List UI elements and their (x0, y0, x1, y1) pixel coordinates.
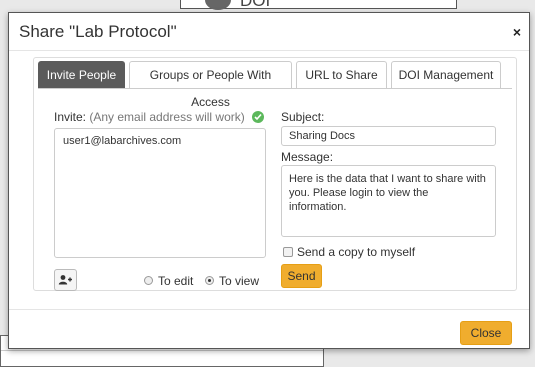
close-button[interactable]: Close (460, 321, 512, 345)
close-icon[interactable]: × (513, 25, 521, 39)
share-dialog: Share "Lab Protocol" × Invite People Gro… (8, 12, 530, 349)
permission-edit-radio[interactable] (144, 276, 153, 285)
subject-label: Subject: (281, 110, 325, 124)
permission-edit-label: To edit (158, 274, 194, 288)
background-peek-text: DOI (240, 0, 271, 10)
share-panel: Invite People Groups or People With Acce… (33, 57, 517, 291)
tab-doi-management[interactable]: DOI Management (391, 61, 501, 88)
permission-view-label: To view (219, 274, 260, 288)
header-divider (9, 50, 529, 51)
footer-divider (9, 309, 529, 310)
check-circle-icon (252, 111, 265, 123)
copy-to-self-checkbox[interactable] (283, 247, 293, 257)
dialog-title: Share "Lab Protocol" (19, 22, 177, 41)
tab-url-to-share[interactable]: URL to Share (296, 61, 387, 88)
tab-invite-people[interactable]: Invite People (38, 61, 125, 88)
message-label: Message: (281, 150, 334, 164)
tab-groups-access[interactable]: Groups or People With Access (129, 61, 292, 109)
tab-bar: Invite People Groups or People With Acce… (38, 60, 512, 109)
invite-email-field[interactable]: user1@labarchives.com (54, 128, 266, 258)
add-user-button[interactable] (54, 269, 77, 291)
subject-input[interactable] (281, 126, 496, 146)
add-user-icon (58, 275, 72, 285)
invite-label-row: Invite: (Any email address will work) (54, 110, 265, 124)
copy-to-self-label: Send a copy to myself (297, 245, 416, 259)
message-textarea[interactable] (281, 165, 496, 237)
invite-label: Invite: (54, 110, 87, 124)
send-button[interactable]: Send (281, 264, 322, 288)
permission-view-radio[interactable] (205, 276, 214, 285)
invite-hint: (Any email address will work) (89, 110, 245, 124)
